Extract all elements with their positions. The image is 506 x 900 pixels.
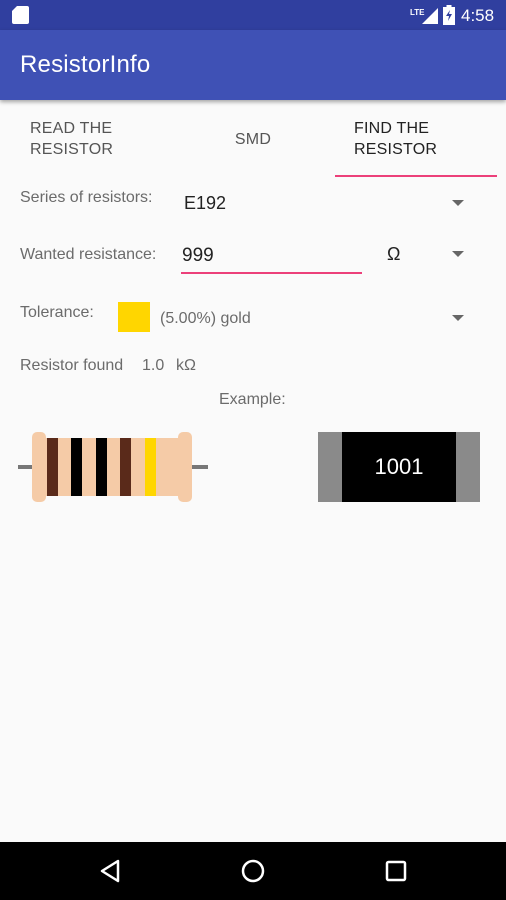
back-icon[interactable] (96, 856, 126, 886)
tab-find-the-resistor[interactable]: FIND THE RESISTOR (354, 100, 494, 178)
resistor-band-4 (120, 438, 131, 496)
lte-signal-icon: LTE (410, 8, 438, 24)
tolerance-label: Tolerance: (20, 304, 94, 321)
series-dropdown-arrow-icon[interactable] (452, 200, 464, 206)
tolerance-color-swatch[interactable] (118, 302, 150, 332)
resistor-band-3 (96, 438, 107, 496)
network-type-label: LTE (410, 8, 425, 17)
resistor-found-value: 1.0 (142, 357, 165, 374)
resistor-body (42, 438, 182, 496)
unit-dropdown-arrow-icon[interactable] (452, 251, 464, 257)
tab-indicator (335, 175, 497, 177)
series-select-value[interactable]: E192 (184, 193, 226, 214)
smd-terminal-right (456, 432, 480, 502)
battery-icon (443, 5, 455, 25)
app-title: ResistorInfo (20, 51, 151, 78)
tab-read-the-resistor[interactable]: READ THE RESISTOR (30, 100, 170, 178)
navigation-bar (0, 842, 506, 900)
smd-code: 1001 (342, 432, 456, 502)
sim-card-icon (12, 6, 29, 24)
tolerance-dropdown-arrow-icon[interactable] (452, 315, 464, 321)
recents-icon[interactable] (381, 856, 411, 886)
resistor-band-5 (145, 438, 156, 496)
tab-bar: READ THE RESISTOR SMD FIND THE RESISTOR (0, 100, 506, 180)
smd-terminal-left (318, 432, 342, 502)
smd-chip-illustration: 1001 (318, 432, 480, 502)
tab-smd[interactable]: SMD (200, 100, 306, 178)
resistor-band-1 (47, 438, 58, 496)
home-icon[interactable] (238, 856, 268, 886)
status-clock: 4:58 (461, 6, 495, 25)
resistor-found-unit: kΩ (176, 357, 196, 374)
app-bar: ResistorInfo (0, 30, 506, 100)
wanted-resistance-label: Wanted resistance: (20, 246, 157, 263)
unit-select-value[interactable]: Ω (387, 244, 400, 265)
tolerance-select-value[interactable]: (5.00%) gold (160, 310, 251, 328)
resistor-band-2 (71, 438, 82, 496)
series-label: Series of resistors: (20, 189, 153, 206)
status-bar: LTE 4:58 (0, 0, 506, 30)
example-label: Example: (219, 391, 286, 408)
resistor-found-label: Resistor found (20, 357, 124, 374)
wanted-resistance-input[interactable] (181, 240, 362, 274)
resistor-illustration (18, 432, 208, 502)
